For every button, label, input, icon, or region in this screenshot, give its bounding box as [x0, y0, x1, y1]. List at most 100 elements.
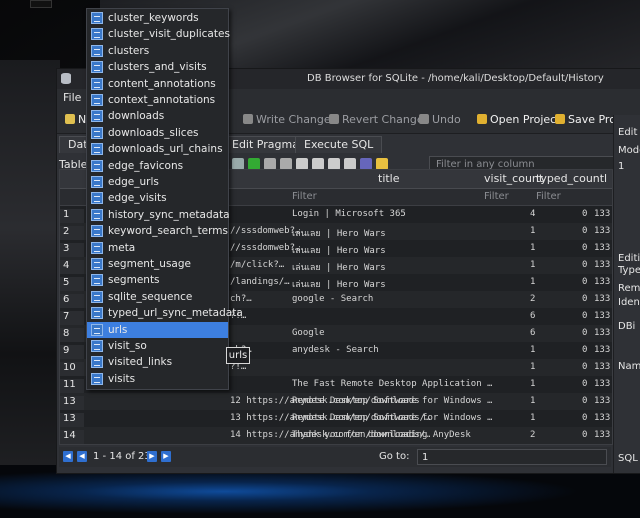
cell-url: ch?…	[230, 294, 252, 304]
menu-file[interactable]: File	[63, 91, 81, 104]
write-changes-icon	[243, 114, 253, 124]
table-select-dropdown[interactable]: cluster_keywords cluster_visit_duplicates…	[86, 8, 250, 390]
dropdown-item[interactable]: downloads_slices	[87, 125, 228, 141]
dropdown-item-label: downloads_slices	[108, 126, 199, 139]
cell-typed-count: 0	[582, 226, 588, 236]
cell-visit-count: 1	[530, 226, 536, 236]
dropdown-item[interactable]: keyword_search_terms	[87, 223, 228, 239]
write-changes-button[interactable]: Write Changes	[243, 113, 336, 126]
cell-visit-count: 1	[530, 379, 536, 389]
cell-title: เล่นเลย | Hero Wars	[292, 246, 386, 256]
dropdown-item[interactable]: typed_url_sync_metadata	[87, 305, 243, 321]
dropdown-item-label: typed_url_sync_metadata	[108, 307, 243, 320]
dropdown-item[interactable]: segments	[87, 272, 228, 288]
table-icon	[91, 110, 103, 123]
last-page-button[interactable]: ▶	[161, 451, 171, 462]
dropdown-item[interactable]: clusters_and_visits	[87, 59, 228, 75]
dropdown-item[interactable]: context_annotations	[87, 92, 228, 108]
dropdown-item-label: clusters_and_visits	[108, 61, 207, 74]
save-project-icon	[555, 114, 565, 124]
desktop-panel-item	[30, 0, 52, 8]
dropdown-item[interactable]: sqlite_sequence	[87, 289, 228, 305]
header-typed-count[interactable]: typed_count	[536, 172, 604, 185]
dropdown-item[interactable]: content_annotations	[87, 76, 228, 92]
dropdown-item[interactable]: clusters	[87, 43, 228, 59]
first-page-button[interactable]: ◀	[63, 451, 73, 462]
dropdown-item[interactable]: visited_links	[87, 354, 228, 370]
table-icon	[91, 94, 103, 106]
edit-cell-pane: Edit D Mode 1 Editin Type: Remo Identi D…	[613, 115, 640, 473]
row-number[interactable]: 14	[60, 430, 84, 444]
table-icon	[91, 44, 103, 57]
dropdown-item[interactable]: meta	[87, 240, 228, 256]
filter-title[interactable]: Filter	[292, 191, 317, 202]
cell-title: Remote Desktop Software for Windows …	[292, 396, 493, 406]
dropdown-item[interactable]: cluster_keywords	[87, 10, 228, 26]
tab-execute-sql[interactable]: Execute SQL	[295, 136, 383, 153]
dropdown-item-label: segment_usage	[108, 258, 191, 270]
cell-last: 133	[594, 243, 611, 253]
dropdown-item[interactable]: segment_usage	[87, 256, 228, 272]
filter-typed-count[interactable]: Filter	[536, 191, 561, 202]
dropdown-item[interactable]: history_sync_metadata	[87, 207, 230, 223]
table-icon	[91, 323, 103, 336]
edit-mode-title: Edit D	[618, 127, 640, 138]
goto-label: Go to:	[379, 451, 410, 462]
dropdown-item-label: edge_favicons	[108, 159, 184, 172]
header-last[interactable]: l	[604, 172, 607, 185]
cell-visit-count: 1	[530, 362, 536, 372]
cell-url: //sssdomweb?…	[230, 226, 301, 236]
dropdown-item[interactable]: edge_visits	[87, 190, 228, 206]
cell-visit-count: 6	[530, 311, 536, 321]
dropdown-item-label: meta	[108, 241, 136, 254]
table-icon	[91, 208, 103, 221]
desktop-wallpaper-left	[0, 60, 60, 480]
dropdown-item[interactable]: urls	[87, 321, 228, 338]
dropdown-item[interactable]: downloads	[87, 108, 228, 124]
table-row[interactable]: 13 12 https://anydesk.com/en/downloads Rem…	[60, 393, 612, 413]
cell-last: 133	[594, 430, 611, 440]
revert-changes-button[interactable]: Revert Changes	[329, 113, 429, 126]
dropdown-item[interactable]: edge_favicons	[87, 158, 228, 174]
dropdown-item-label: cluster_keywords	[108, 12, 199, 24]
table-icon	[91, 61, 103, 74]
cell-title: เล่นเลย | Hero Wars	[292, 229, 386, 239]
dropdown-item-label: context_annotations	[108, 94, 216, 106]
cell-typed-count: 0	[582, 243, 588, 253]
dropdown-item[interactable]: edge_urls	[87, 174, 228, 190]
dbi-tab[interactable]: DBi	[618, 321, 635, 332]
cell-visit-count: 1	[530, 396, 536, 406]
dropdown-item[interactable]: visits	[87, 371, 228, 387]
dropdown-item-label: urls	[108, 323, 128, 336]
new-database-button[interactable]: N	[65, 113, 86, 126]
dropdown-item-label: content_annotations	[108, 77, 216, 90]
cell-title: เล่นเลย | Hero Wars	[292, 280, 386, 290]
cell-visit-count: 6	[530, 328, 536, 338]
next-page-button[interactable]: ▶	[147, 451, 157, 462]
open-project-button[interactable]: Open Project	[477, 113, 561, 126]
filter-visit-count[interactable]: Filter	[484, 191, 509, 202]
cell-title: google - Search	[292, 294, 374, 304]
dropdown-item-label: keyword_search_terms	[108, 225, 228, 238]
header-title[interactable]: title	[378, 172, 400, 185]
cell-typed-count: 0	[582, 209, 588, 219]
identity-label: Identi	[618, 297, 640, 308]
header-visit-count[interactable]: visit_count	[484, 172, 543, 185]
dropdown-item-label: downloads_url_chains	[108, 143, 223, 156]
previous-page-button[interactable]: ◀	[77, 451, 87, 462]
cell-visit-count: 1	[530, 243, 536, 253]
dropdown-item[interactable]: cluster_visit_duplicates	[87, 26, 230, 42]
goto-input[interactable]: 1	[417, 449, 607, 465]
table-row[interactable]: 13 13 https://anydesk.com/en/downloads/… R…	[60, 410, 612, 430]
dropdown-item[interactable]: downloads_url_chains	[87, 141, 228, 157]
table-icon	[91, 274, 103, 287]
mode-value[interactable]: 1	[618, 161, 624, 172]
table-row[interactable]: 14 14 https://anydesk.com/en/downloads/… T…	[60, 427, 612, 444]
undo-button[interactable]: Undo	[419, 113, 461, 126]
cell-typed-count: 0	[582, 413, 588, 423]
remote-label: Remo	[618, 283, 640, 294]
cell-typed-count: 0	[582, 277, 588, 287]
dropdown-item[interactable]: visit_so	[87, 338, 228, 354]
cell-typed-count: 0	[582, 396, 588, 406]
type-label: Type:	[618, 265, 640, 276]
